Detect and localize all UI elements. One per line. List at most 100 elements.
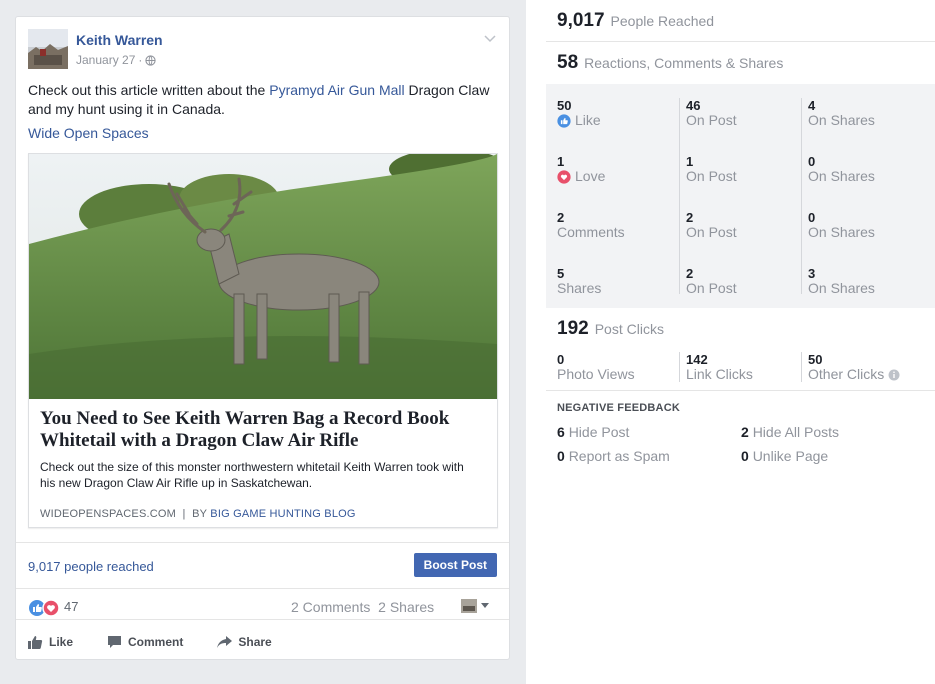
other-clicks-label: Other Clicks	[808, 366, 885, 382]
engagement-stat: 58 Reactions, Comments & Shares	[557, 52, 783, 74]
source-link[interactable]: Wide Open Spaces	[28, 125, 149, 141]
shares-count-link[interactable]: 2 Shares	[378, 599, 434, 615]
shares-on-shares-label: On Shares	[808, 280, 875, 296]
negative-feedback-heading: NEGATIVE FEEDBACK	[557, 402, 680, 414]
link-clicks-value: 142	[686, 352, 708, 367]
report-spam-stat: 0 Report as Spam	[557, 448, 670, 464]
loves-label: Love	[575, 168, 606, 184]
mention-link[interactable]: Pyramyd Air Gun Mall	[269, 82, 404, 98]
page-thumbnail-icon	[461, 599, 477, 613]
shares-on-post-label: On Post	[686, 280, 737, 296]
likes-on-shares-value: 4	[808, 98, 816, 113]
meta-separator: ·	[138, 53, 143, 67]
unlike-page-label: Unlike Page	[752, 448, 829, 464]
shares-label: Shares	[557, 280, 602, 296]
likes-cell: 50 Like	[557, 98, 601, 128]
like-button[interactable]: Like	[28, 635, 73, 649]
reaction-icons[interactable]	[28, 599, 60, 617]
page-selector[interactable]	[461, 599, 489, 613]
author-name[interactable]: Keith Warren	[76, 32, 163, 48]
attachment-domain: WIDEOPENSPACES.COM	[40, 508, 177, 520]
hide-all-posts-stat: 2 Hide All Posts	[741, 424, 839, 440]
unlike-page-stat: 0 Unlike Page	[741, 448, 828, 464]
comments-on-post-value: 2	[686, 210, 694, 225]
love-reaction-icon	[557, 169, 571, 184]
comments-on-shares-cell: 0 On Shares	[808, 210, 875, 240]
post-clicks-stat: 192 Post Clicks	[557, 318, 664, 340]
attachment-title[interactable]: You Need to See Keith Warren Bag a Recor…	[40, 408, 480, 452]
loves-on-post-value: 1	[686, 154, 694, 169]
shares-on-shares-value: 3	[808, 266, 816, 281]
column-divider	[801, 98, 802, 294]
comment-label: Comment	[128, 635, 184, 649]
other-clicks-cell: 50 Other Clicks	[808, 352, 900, 382]
loves-cell: 1 Love	[557, 154, 605, 184]
like-reaction-icon	[557, 113, 571, 128]
shares-on-shares-cell: 3 On Shares	[808, 266, 875, 296]
likes-on-shares-label: On Shares	[808, 112, 875, 128]
hide-all-posts-label: Hide All Posts	[752, 424, 840, 440]
loves-on-shares-cell: 0 On Shares	[808, 154, 875, 184]
comments-on-post-label: On Post	[686, 224, 737, 240]
comments-on-shares-label: On Shares	[808, 224, 875, 240]
loves-on-post-label: On Post	[686, 168, 737, 184]
post-clicks-value: 192	[557, 318, 589, 339]
share-label: Share	[238, 635, 272, 649]
people-reached-value: 9,017	[557, 10, 605, 31]
comment-icon	[108, 636, 122, 648]
engagement-label: Reactions, Comments & Shares	[584, 55, 784, 71]
post-clicks-label: Post Clicks	[594, 321, 664, 337]
shares-on-post-value: 2	[686, 266, 694, 281]
attachment-author-link[interactable]: BIG GAME HUNTING BLOG	[210, 508, 355, 520]
engagement-breakdown: 50 Like 46 On Post 4 On Shares 1 Love 1 …	[546, 84, 935, 308]
post-card: Keith Warren January 27 · Check out this…	[15, 16, 510, 660]
chevron-down-icon[interactable]	[483, 31, 497, 45]
column-divider	[679, 98, 680, 294]
hide-all-posts-value: 2	[741, 424, 749, 440]
engagement-value: 58	[557, 52, 579, 73]
post-date[interactable]: January 27	[76, 53, 135, 67]
boost-post-button[interactable]: Boost Post	[413, 553, 497, 577]
comments-label: Comments	[557, 224, 625, 240]
divider	[546, 41, 935, 42]
comments-shares-counts: 2 Comments 2 Shares	[291, 599, 434, 615]
caret-down-icon	[481, 603, 489, 608]
avatar[interactable]	[28, 29, 68, 69]
post-text: Check out this article written about the…	[28, 81, 498, 119]
post-text-start: Check out this article written about the	[28, 82, 270, 98]
shares-cell: 5 Shares	[557, 266, 601, 296]
report-spam-label: Report as Spam	[568, 448, 670, 464]
hide-post-label: Hide Post	[568, 424, 630, 440]
loves-on-shares-value: 0	[808, 154, 816, 169]
attachment-description: Check out the size of this monster north…	[40, 460, 464, 490]
attachment-image[interactable]	[29, 154, 497, 399]
link-attachment[interactable]: You Need to See Keith Warren Bag a Recor…	[28, 153, 498, 528]
share-button[interactable]: Share	[217, 635, 272, 649]
likes-label: Like	[575, 112, 601, 128]
reaction-count[interactable]: 47	[64, 599, 78, 614]
comment-button[interactable]: Comment	[107, 635, 183, 649]
shares-total: 5	[557, 266, 565, 281]
link-clicks-cell: 142 Link Clicks	[686, 352, 753, 382]
loves-total: 1	[557, 154, 565, 169]
share-icon	[217, 636, 233, 648]
people-reached-label: People Reached	[610, 13, 715, 29]
people-reached-stat: 9,017 People Reached	[557, 10, 714, 32]
hide-post-stat: 6 Hide Post	[557, 424, 629, 440]
hide-post-value: 6	[557, 424, 565, 440]
divider	[16, 619, 509, 620]
comments-on-shares-value: 0	[808, 210, 816, 225]
info-icon[interactable]	[888, 369, 900, 381]
photo-views-label: Photo Views	[557, 366, 635, 382]
likes-on-post-cell: 46 On Post	[686, 98, 737, 128]
action-bar: Like Comment Share	[28, 635, 272, 649]
likes-total: 50	[557, 98, 572, 113]
people-reached-link[interactable]: 9,017 people reached	[28, 559, 154, 574]
divider	[546, 390, 935, 391]
post-meta: January 27 ·	[76, 53, 157, 67]
comments-on-post-cell: 2 On Post	[686, 210, 737, 240]
love-reaction-icon	[42, 599, 60, 617]
comments-cell: 2 Comments	[557, 210, 625, 240]
unlike-page-value: 0	[741, 448, 749, 464]
comments-count-link[interactable]: 2 Comments	[291, 599, 370, 615]
